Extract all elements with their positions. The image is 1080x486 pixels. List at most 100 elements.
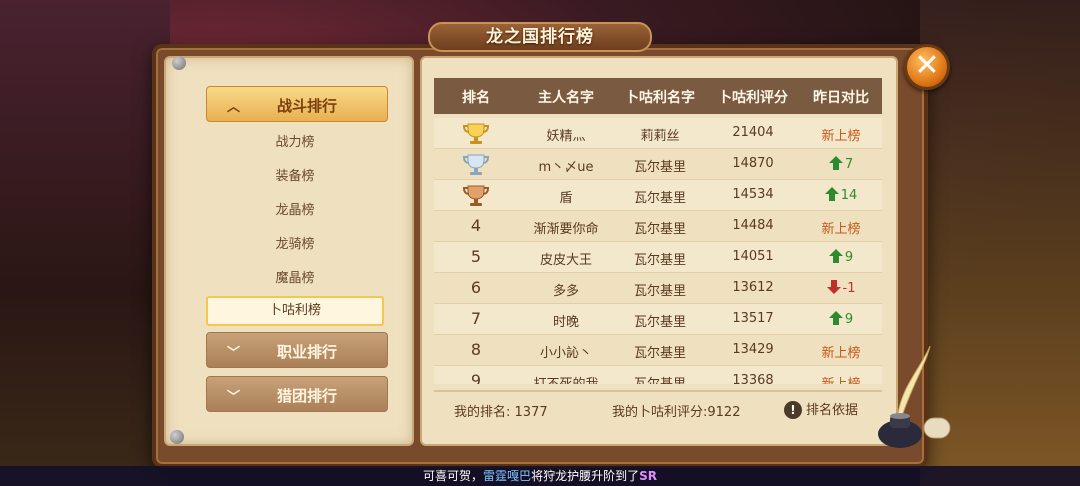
menu-item-power[interactable]: 战力榜 <box>206 128 384 158</box>
header-pet: 卜咕利名字 <box>625 90 695 106</box>
arrow-up-icon <box>828 156 843 170</box>
my-rank-label: 我的排名: <box>454 405 511 420</box>
bronze-trophy-icon <box>462 185 490 206</box>
header-rank: 排名 <box>462 90 490 106</box>
rank-change: 新上榜 <box>800 373 882 384</box>
category-guild-ranking[interactable]: ﹀ 猎团排行 <box>206 376 388 412</box>
category-battle-ranking[interactable]: ︿ 战斗排行 <box>206 86 388 122</box>
menu-item-dragon-rider[interactable]: 龙骑榜 <box>206 230 384 260</box>
menu-item-bugli[interactable]: 卜咕利榜 <box>206 296 384 326</box>
category-class-ranking[interactable]: ﹀ 职业排行 <box>206 332 388 368</box>
my-score: 我的卜咕利评分:9122 <box>612 401 740 420</box>
ranking-list[interactable]: 妖精灬 莉莉丝 21404 新上榜 m丶〆ue 瓦尔基里 14870 7 盾瓦尔基里 1453… <box>434 118 882 384</box>
table-row[interactable]: 5 皮皮大王 瓦尔基里 14051 9 <box>434 242 882 273</box>
rank-change: 新上榜 <box>821 129 861 144</box>
owner-name: 渐渐要你命 <box>533 222 599 237</box>
pet-name: 瓦尔基里 <box>633 284 686 299</box>
menu-item-equipment[interactable]: 装备榜 <box>206 162 384 192</box>
my-score-label: 我的卜咕利评分: <box>612 405 708 420</box>
silver-trophy-icon <box>462 154 490 175</box>
exclamation-icon: ! <box>784 401 802 419</box>
pet-score: 13612 <box>732 280 774 295</box>
header-score: 卜咕利评分 <box>718 90 788 106</box>
pet-score: 14051 <box>732 249 774 264</box>
rank-number: 9 <box>470 371 482 384</box>
pet-score: 13429 <box>732 342 774 357</box>
pin-icon <box>170 430 184 444</box>
rank-change: 新上榜 <box>821 222 861 237</box>
rank-change: 9 <box>800 311 882 327</box>
gold-trophy-icon <box>462 123 490 144</box>
pet-name: 瓦尔基里 <box>614 373 706 384</box>
owner-name: 盾 <box>559 191 573 206</box>
pet-score: 14534 <box>732 187 774 202</box>
pet-name: 瓦尔基里 <box>633 315 686 330</box>
my-rank-value: 1377 <box>514 405 548 420</box>
ranking-basis-label: 排名依据 <box>806 403 859 418</box>
my-score-value: 9122 <box>707 405 741 420</box>
ticker-prefix: 可喜可贺， <box>423 469 484 483</box>
category-label: 战斗排行 <box>276 97 337 115</box>
header-compare: 昨日对比 <box>813 90 869 106</box>
ticker-message: 将狩龙护腰升阶到了 <box>531 469 640 483</box>
owner-name: 小小訫丶 <box>539 346 592 361</box>
arrow-up-icon <box>828 311 843 325</box>
ticker-tier: SR <box>639 469 657 483</box>
category-label: 猎团排行 <box>276 387 337 405</box>
rank-change: 新上榜 <box>821 346 861 361</box>
arrow-down-icon <box>826 280 841 294</box>
header-owner: 主人名字 <box>538 90 594 106</box>
owner-name: 打不死的我 <box>518 373 614 384</box>
owner-name: 多多 <box>552 284 579 299</box>
page-title: 龙之国排行榜 <box>428 22 652 52</box>
arrow-up-icon <box>824 187 839 201</box>
owner-name: 皮皮大王 <box>539 253 592 268</box>
table-row[interactable]: 盾 瓦尔基里 14534 14 <box>434 180 882 211</box>
pet-name: 瓦尔基里 <box>633 253 686 268</box>
menu-item-dragon-crystal[interactable]: 龙晶榜 <box>206 196 384 226</box>
pin-icon <box>172 56 186 70</box>
pet-name: 瓦尔基里 <box>633 191 686 206</box>
pet-name: 瓦尔基里 <box>633 222 686 237</box>
category-label: 职业排行 <box>276 343 337 361</box>
owner-name: m丶〆ue <box>538 160 594 175</box>
rank-number: 7 <box>470 309 482 328</box>
table-header: 排名 主人名字 卜咕利名字 卜咕利评分 昨日对比 <box>434 78 882 114</box>
pet-score: 14870 <box>732 156 774 171</box>
owner-name: 妖精灬 <box>546 129 586 144</box>
pet-name: 瓦尔基里 <box>633 160 686 175</box>
rank-number: 8 <box>470 340 482 359</box>
table-row[interactable]: 4 渐渐要你命 瓦尔基里 14484 新上榜 <box>434 211 882 242</box>
table-row[interactable]: 9 打不死的我瓦尔基里 13368 新上榜 <box>434 366 882 384</box>
table-row[interactable]: 妖精灬 莉莉丝 21404 新上榜 <box>434 118 882 149</box>
announcement-ticker: 可喜可贺，雷霆嘎巴将狩龙护腰升阶到了SR <box>0 466 1080 486</box>
close-button[interactable]: ✕ <box>904 44 950 90</box>
pet-score: 14484 <box>732 218 774 233</box>
pet-name: 瓦尔基里 <box>633 346 686 361</box>
pet-score: 21404 <box>732 125 774 140</box>
divider <box>434 390 882 392</box>
menu-item-magic-crystal[interactable]: 魔晶榜 <box>206 264 384 294</box>
rank-number: 4 <box>470 216 482 235</box>
pet-score: 13517 <box>732 311 774 326</box>
rank-change: 14 <box>800 187 882 203</box>
rank-change: -1 <box>800 280 882 296</box>
owner-name: 时晚 <box>552 315 579 330</box>
category-panel: ︿ 战斗排行 战力榜 装备榜 龙晶榜 龙骑榜 魔晶榜 卜咕利榜 ﹀ 职业排行 ﹀… <box>164 56 414 446</box>
table-row[interactable]: 7 时晚 瓦尔基里 13517 9 <box>434 304 882 335</box>
rank-number: 5 <box>470 247 482 266</box>
pet-score: 13368 <box>732 373 774 384</box>
quill-inkwell-icon <box>878 346 951 448</box>
arrow-up-icon <box>828 249 843 263</box>
background-left <box>0 0 170 486</box>
table-row[interactable]: 8 小小訫丶 瓦尔基里 13429 新上榜 <box>434 335 882 366</box>
table-row[interactable]: m丶〆ue 瓦尔基里 14870 7 <box>434 149 882 180</box>
rank-change: 9 <box>800 249 882 265</box>
my-rank: 我的排名: 1377 <box>454 401 548 420</box>
ticker-player-name: 雷霆嘎巴 <box>483 469 532 483</box>
pet-name: 莉莉丝 <box>640 129 680 144</box>
rank-number: 6 <box>470 278 482 297</box>
table-row[interactable]: 6 多多 瓦尔基里 13612 -1 <box>434 273 882 304</box>
rank-change: 7 <box>800 156 882 172</box>
ranking-basis-button[interactable]: ! 排名依据 <box>784 399 858 419</box>
